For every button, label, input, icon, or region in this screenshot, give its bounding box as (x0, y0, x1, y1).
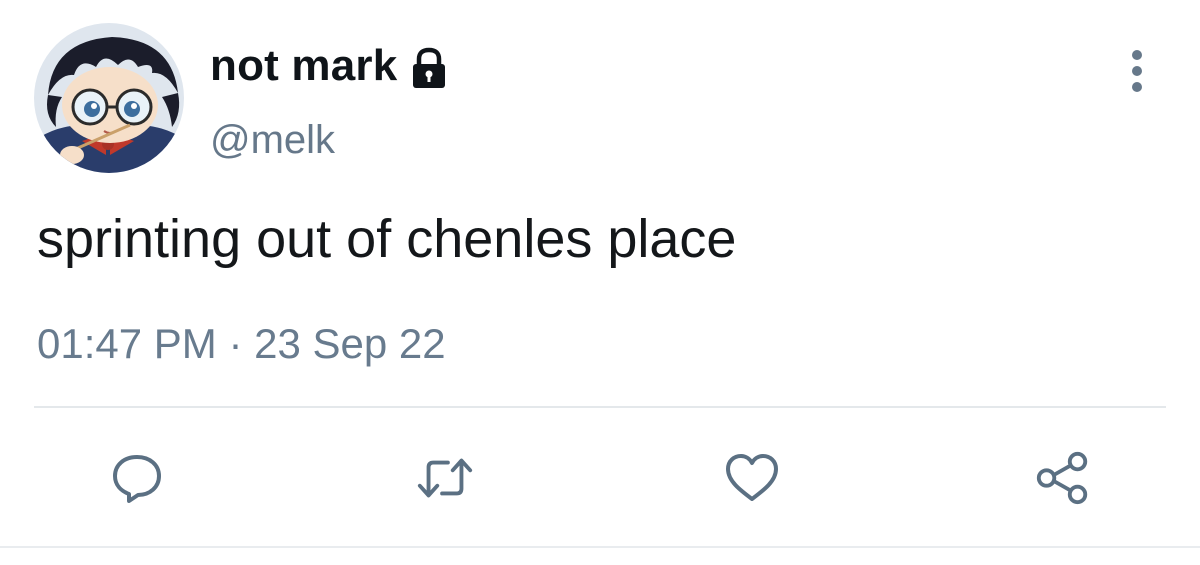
user-handle[interactable]: @melk (210, 118, 335, 163)
display-name-row: not mark (210, 38, 451, 94)
lock-icon (413, 47, 446, 88)
bottom-divider (0, 546, 1200, 548)
heart-icon (726, 454, 778, 501)
retweet-arrows-icon (417, 458, 473, 498)
vertical-dots-icon[interactable] (1124, 48, 1150, 94)
display-name[interactable]: not mark (210, 41, 397, 91)
tweet-card: not mark @melk sprinting out of chenles … (0, 0, 1200, 565)
tweet-text: sprinting out of chenles place (37, 209, 737, 269)
like-button[interactable] (722, 448, 782, 508)
divider (34, 406, 1166, 408)
tweet-timestamp[interactable]: 01:47 PM · 23 Sep 22 (37, 320, 446, 368)
speech-bubble-icon (113, 455, 161, 503)
avatar-illustration (34, 23, 184, 173)
share-button[interactable] (1033, 448, 1093, 508)
avatar[interactable] (34, 23, 184, 173)
reply-button[interactable] (107, 448, 167, 508)
share-nodes-icon (1036, 451, 1088, 505)
retweet-button[interactable] (415, 448, 475, 508)
